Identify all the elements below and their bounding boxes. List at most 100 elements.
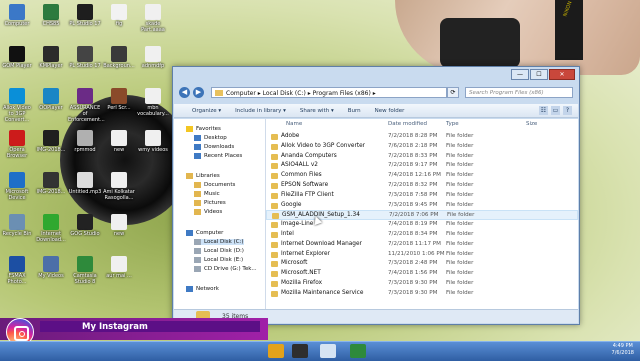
app-icon [111, 46, 127, 62]
file-row[interactable]: Google 7/3/2018 9:45 PM File folder [266, 201, 578, 211]
maximize-button[interactable]: ☐ [530, 69, 548, 80]
file-row[interactable]: Internet Download Manager 7/2/2018 11:17 … [266, 240, 578, 250]
desktop-icon[interactable]: fig [102, 4, 136, 27]
search-input[interactable]: Search Program Files (x86) [465, 87, 573, 98]
nav-item[interactable]: Recent Places [194, 153, 242, 159]
nav-item[interactable]: Computer [186, 230, 223, 236]
file-type: File folder [446, 250, 474, 257]
address-bar[interactable]: Computer ▸ Local Disk (C:) ▸ Program Fil… [211, 87, 447, 98]
file-row[interactable]: Mozilla Maintenance Service 7/3/2018 9:30… [266, 289, 578, 299]
desktop-icon[interactable]: PL Studio 17 [68, 4, 102, 27]
help-icon[interactable]: ? [563, 106, 572, 115]
back-arrow-icon[interactable]: ◀ [179, 87, 190, 98]
desktop-icon[interactable]: rpmmod [68, 130, 102, 153]
instagram-label[interactable]: My Instagram [82, 322, 148, 332]
desktop-icon[interactable]: Backgroun... [102, 46, 136, 69]
desktop-icon[interactable]: FSMAX Photo... [0, 256, 34, 285]
gom-player-icon[interactable] [292, 344, 308, 358]
column-header-size[interactable]: Size [526, 121, 537, 127]
desktop-icon[interactable]: aur mai ... [102, 256, 136, 279]
desktop-icon[interactable]: Perl Scr... [102, 88, 136, 111]
desktop-icon[interactable]: Camtasia Studio 8 [68, 256, 102, 285]
include-in-library-button[interactable]: Include in library ▾ [235, 108, 286, 114]
desktop-icon[interactable]: Ami Kolkatar Rasogolla... [102, 172, 136, 201]
system-clock[interactable]: 4:49 PM 7/6/2018 [612, 343, 634, 357]
desktop-icon[interactable]: KMPlayer [34, 46, 68, 69]
desktop-icon[interactable]: new [102, 130, 136, 153]
folder-icon [271, 290, 278, 297]
nav-item[interactable]: Downloads [194, 144, 234, 150]
nav-item[interactable]: Desktop [194, 135, 227, 141]
file-row[interactable]: Microsoft 7/3/2018 2:48 PM File folder [266, 259, 578, 269]
app-icon [111, 88, 127, 104]
desktop-icon[interactable]: wmy videos [136, 130, 170, 153]
desktop-icon[interactable]: IMG-2018... [34, 172, 68, 195]
share-with-button[interactable]: Share with ▾ [300, 108, 334, 114]
desktop-icon[interactable]: Computer [0, 4, 34, 27]
desktop-icon[interactable]: Microsoft Device [0, 172, 34, 201]
window-controls: — ☐ ✕ [511, 69, 575, 80]
nav-item[interactable]: Pictures [194, 200, 226, 206]
file-type: File folder [446, 221, 474, 228]
desktop-icon[interactable]: PL Studio 17 [68, 46, 102, 69]
desktop-icon[interactable]: skade Part.aaaa [136, 4, 170, 33]
explorer-taskbar-icon[interactable] [320, 344, 336, 358]
desktop-icon[interactable]: new [102, 214, 136, 237]
file-row[interactable]: Internet Explorer 11/21/2010 1:06 PM File … [266, 250, 578, 260]
forward-arrow-icon[interactable]: ▶ [193, 87, 204, 98]
desktop-icon[interactable]: Allok Video to 3GP Convert... [0, 88, 34, 123]
nav-item[interactable]: Local Disk (E:) [194, 257, 243, 263]
desktop-icon[interactable]: ASSURANCE of Enforcement... [68, 88, 105, 123]
desktop-icon[interactable]: Untitled.mp3 [68, 172, 102, 195]
desktop-icon[interactable]: GOG Studio [68, 214, 102, 237]
file-row[interactable]: Microsoft.NET 7/4/2018 1:56 PM File folder [266, 269, 578, 279]
column-header-name[interactable]: Name [286, 121, 302, 127]
file-row[interactable]: Allok Video to 3GP Converter 7/6/2018 2:1… [266, 142, 578, 152]
desktop-icon[interactable]: adnmdfp [136, 46, 170, 69]
file-row[interactable]: FileZilla FTP Client 7/3/2018 7:58 PM File… [266, 191, 578, 201]
desktop-icon[interactable]: mbn vocabulary... [136, 88, 170, 117]
file-row[interactable]: ASIO4ALL v2 7/2/2018 9:17 PM File folder [266, 161, 578, 171]
nav-item[interactable]: Documents [194, 182, 235, 188]
file-row[interactable]: Ananda Computers 7/2/2018 8:33 PM File fol… [266, 152, 578, 162]
nav-item[interactable]: Favorites [186, 126, 221, 132]
desktop-icon[interactable]: Opera Browser [0, 130, 34, 159]
desktop-icon[interactable]: My Videos [34, 256, 68, 279]
burn-button[interactable]: Burn [348, 108, 361, 114]
nav-item[interactable]: CD Drive (G:) Tek... [194, 266, 257, 272]
folder-icon [215, 90, 223, 96]
minimize-button[interactable]: — [511, 69, 529, 80]
desktop-icon[interactable]: CHS85 [34, 4, 68, 27]
file-row[interactable]: Adobe 7/2/2018 8:28 PM File folder [266, 132, 578, 142]
refresh-icon[interactable]: ⟳ [447, 87, 459, 98]
organize-button[interactable]: Organize ▾ [192, 108, 221, 114]
new-folder-button[interactable]: New folder [375, 108, 405, 114]
folder-icon [271, 134, 278, 140]
column-header-type[interactable]: Type [446, 121, 459, 127]
nav-item[interactable]: Local Disk (D:) [194, 248, 244, 254]
file-date: 7/2/2018 8:28 PM [388, 133, 438, 139]
folder-icon [271, 163, 278, 170]
camtasia-icon[interactable] [350, 344, 366, 358]
file-type: File folder [446, 162, 474, 169]
desktop-icon[interactable]: OOPlayer [34, 88, 68, 111]
app-icon [77, 88, 93, 104]
desktop-icon[interactable]: Recycle Bin [0, 214, 34, 237]
desktop-icon[interactable]: GOM Player [0, 46, 34, 69]
nav-item[interactable]: Local Disk (C:) [194, 239, 244, 245]
desktop-icon[interactable]: IMG-2018... [34, 130, 68, 153]
nav-item[interactable]: Network [186, 286, 219, 292]
nav-item[interactable]: Videos [194, 209, 222, 215]
nav-item[interactable]: Music [194, 191, 220, 197]
view-options-icon[interactable]: ☷ [539, 106, 548, 115]
close-button[interactable]: ✕ [549, 69, 575, 80]
file-row[interactable]: EPSON Software 7/2/2018 8:32 PM File folde… [266, 181, 578, 191]
media-player-icon[interactable] [268, 344, 284, 358]
file-row[interactable]: Common Files 7/4/2018 12:16 PM File folder [266, 171, 578, 181]
file-row[interactable]: Mozilla Firefox 7/3/2018 9:30 PM File fold… [266, 279, 578, 289]
nav-item[interactable]: Libraries [186, 173, 220, 179]
file-row[interactable]: Intel 7/2/2018 8:34 PM File folder [266, 230, 578, 240]
desktop-icon[interactable]: Internet Download... [34, 214, 68, 243]
preview-pane-icon[interactable]: ▭ [551, 106, 560, 115]
column-header-date[interactable]: Date modified [388, 121, 427, 127]
